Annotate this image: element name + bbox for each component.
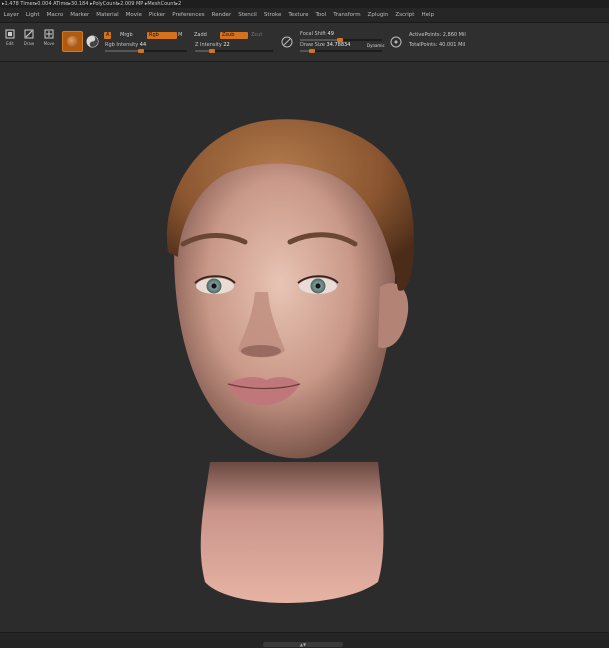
menu-item-light[interactable]: Light: [22, 12, 43, 18]
z-intensity-slider[interactable]: [195, 49, 273, 53]
move-icon: [44, 29, 54, 39]
active-points-value: 2,860 Mil: [442, 32, 466, 38]
brush-icon: [67, 36, 78, 47]
menu-item-stroke[interactable]: Stroke: [260, 12, 285, 18]
material-sphere-icon[interactable]: [86, 33, 99, 48]
z-intensity-value: 22: [223, 42, 230, 48]
draw-size-knob[interactable]: [309, 49, 316, 53]
rgb-intensity-fill: [105, 50, 142, 52]
edit-icon: [5, 29, 15, 39]
rgb-intensity-label: Rgb Intensity 44: [105, 42, 147, 48]
brush-modifier-icon[interactable]: [281, 33, 293, 48]
menu-item-material[interactable]: Material: [93, 12, 122, 18]
z-intensity-knob[interactable]: [209, 49, 216, 53]
total-points-readout: TotalPoints: 40.001 Mil: [409, 42, 466, 48]
shelf-toggle-icon: ▲▼: [299, 642, 307, 647]
menu-item-transform[interactable]: Transform: [330, 12, 364, 18]
dynamic-toggle[interactable]: Dynamic: [365, 42, 387, 49]
m-toggle[interactable]: M: [176, 32, 184, 39]
rgb-intensity-value: 44: [139, 42, 147, 48]
draw-icon: [24, 29, 34, 39]
menu-item-zscript[interactable]: Zscript: [392, 12, 418, 18]
menu-item-texture[interactable]: Texture: [285, 12, 312, 18]
menu-item-macro[interactable]: Macro: [43, 12, 67, 18]
move-button[interactable]: Move: [41, 29, 57, 51]
menu-item-layer[interactable]: Layer: [0, 12, 22, 18]
ear-shape: [378, 283, 409, 348]
total-points-value: 40.001 Mil: [438, 42, 466, 48]
rgb-intensity-knob[interactable]: [138, 49, 145, 53]
a-toggle[interactable]: A: [104, 32, 112, 39]
lightbox-icon[interactable]: [390, 33, 402, 48]
focal-shift-fill: [300, 39, 341, 41]
draw-button[interactable]: Draw: [21, 29, 37, 51]
stats-bar: ▸1.478 Timer▸0.004 ATime▸30.184 ▸PolyCou…: [0, 0, 609, 8]
rgb-intensity-slider[interactable]: [105, 49, 187, 53]
bottom-shelf-handle[interactable]: ▲▼: [263, 642, 343, 647]
current-brush-button[interactable]: [62, 31, 83, 52]
draw-size-slider[interactable]: [300, 49, 382, 53]
menu-item-picker[interactable]: Picker: [145, 12, 168, 18]
menu-item-tool[interactable]: Tool: [312, 12, 330, 18]
focal-shift-slider[interactable]: [300, 38, 382, 42]
draw-size-value: 34.78834: [326, 42, 351, 48]
edit-button[interactable]: Edit: [2, 29, 18, 51]
menu-item-help[interactable]: Help: [418, 12, 438, 18]
rgb-toggle[interactable]: Rgb: [147, 32, 177, 39]
menu-item-zplugin[interactable]: Zplugin: [364, 12, 392, 18]
focal-shift-value: 49: [327, 31, 334, 37]
stats-text: ▸1.478 Timer▸0.004 ATime▸30.184 ▸PolyCou…: [2, 1, 182, 7]
draw-size-label: Draw Size 34.78834: [300, 42, 351, 48]
menu-bar: Layer Light Macro Marker Material Movie …: [0, 8, 609, 23]
menu-item-render[interactable]: Render: [208, 12, 235, 18]
focal-shift-label: Focal Shift 49: [300, 31, 334, 37]
menu-item-preferences[interactable]: Preferences: [169, 12, 208, 18]
zcut-toggle[interactable]: Zcut: [249, 32, 264, 39]
draw-label: Draw: [23, 41, 35, 46]
menu-item-stencil[interactable]: Stencil: [235, 12, 261, 18]
z-intensity-label: Z Intensity 22: [195, 42, 230, 48]
mrgb-toggle[interactable]: Mrgb: [118, 32, 135, 39]
menu-item-movie[interactable]: Movie: [122, 12, 145, 18]
zsub-toggle[interactable]: Zsub: [220, 32, 248, 39]
sculpted-head-model: [166, 119, 415, 603]
neck-shape: [200, 462, 384, 603]
active-points-readout: ActivePoints: 2,860 Mil: [409, 32, 466, 38]
zadd-toggle[interactable]: Zadd: [192, 32, 209, 39]
toolbar: Edit Draw Move A Mrgb Rgb M Rgb Intensit…: [0, 23, 609, 62]
menu-item-marker[interactable]: Marker: [67, 12, 93, 18]
edit-label: Edit: [6, 41, 14, 46]
move-label: Move: [43, 41, 55, 46]
